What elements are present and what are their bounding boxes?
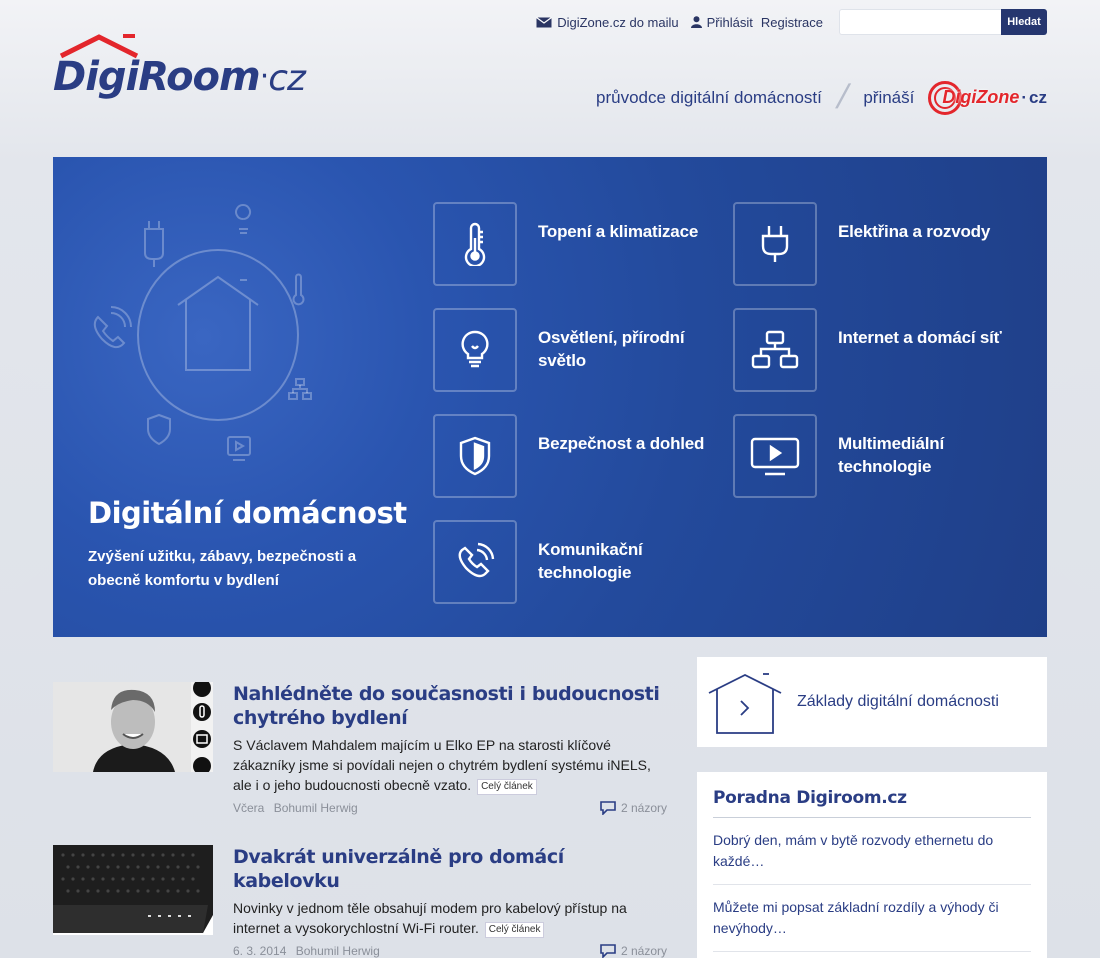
digizone-name: DigiZone xyxy=(942,87,1020,107)
category-heating-label: Topení a klimatizace xyxy=(538,222,699,241)
basics-box[interactable]: Základy digitální domácnosti xyxy=(697,657,1047,747)
advice-title[interactable]: Poradna Digiroom.cz xyxy=(713,788,1031,818)
phone-icon xyxy=(458,542,495,578)
digizone-dot: · xyxy=(1021,87,1028,107)
digizone-logo[interactable]: DigiZone · cz xyxy=(928,80,1047,115)
article-2-author[interactable]: Bohumil Herwig xyxy=(296,944,380,958)
article-2-date: 6. 3. 2014 xyxy=(233,944,287,958)
logo-tld: cz xyxy=(268,58,306,99)
tagline-separator: / xyxy=(832,78,853,116)
search-button[interactable]: Hledat xyxy=(1001,9,1047,35)
hero-title: Digitální domácnost xyxy=(88,496,407,530)
category-multimedia-label: Multimediální technologie xyxy=(838,434,945,476)
house-arrow-icon xyxy=(708,673,782,734)
category-lighting[interactable]: Osvětlení, přírodní světlo xyxy=(433,308,708,392)
tv-play-icon xyxy=(750,437,800,476)
article-item: Dvakrát univerzálně pro domácí kabelovku… xyxy=(53,845,673,958)
site-logo[interactable]: DigiRoom·cz xyxy=(53,30,323,110)
article-1-author[interactable]: Bohumil Herwig xyxy=(274,801,358,815)
category-network[interactable]: Internet a domácí síť xyxy=(733,308,1008,392)
category-security-tile xyxy=(433,414,517,498)
article-2-text: Novinky v jednom těle obsahují modem pro… xyxy=(233,898,673,938)
basics-label: Základy digitální domácnosti xyxy=(797,693,999,710)
article-1-read-more[interactable]: Celý článek xyxy=(477,779,537,795)
login-label: Přihlásit xyxy=(706,14,753,30)
article-1-text: S Václavem Mahdalem majícím u Elko EP na… xyxy=(233,735,673,795)
article-2-excerpt: Novinky v jednom těle obsahují modem pro… xyxy=(233,900,627,936)
article-1-excerpt: S Václavem Mahdalem majícím u Elko EP na… xyxy=(233,737,651,793)
article-2-comments-count: 2 názory xyxy=(620,944,667,958)
category-communication[interactable]: Komunikační technologie xyxy=(433,520,708,604)
mail-subscribe-label: DigiZone.cz do mailu xyxy=(557,14,679,30)
category-communication-label: Komunikační technologie xyxy=(538,540,643,582)
digizone-tld: cz xyxy=(1029,87,1047,107)
hero-banner: Digitální domácnost Zvýšení užitku, zába… xyxy=(53,157,1047,637)
advice-question-link[interactable]: Můžete mi popsat základní rozdíly a výho… xyxy=(713,885,1031,952)
category-electricity[interactable]: Elektřina a rozvody xyxy=(733,202,1008,286)
category-security-label: Bezpečnost a dohled xyxy=(538,434,705,453)
advice-box: Poradna Digiroom.cz Dobrý den, mám v byt… xyxy=(697,772,1047,958)
shield-icon xyxy=(459,436,491,476)
advice-question-link[interactable]: Dobrý den, mám v bytě rozvody ethernetu … xyxy=(713,818,1031,885)
category-electricity-tile xyxy=(733,202,817,286)
category-multimedia-tile xyxy=(733,414,817,498)
user-icon xyxy=(690,16,702,28)
category-network-tile xyxy=(733,308,817,392)
logo-name: DigiRoom xyxy=(53,54,261,100)
article-2-comments-link[interactable]: 2 názory xyxy=(600,944,667,958)
article-1-date: Včera xyxy=(233,801,265,815)
hero-subtitle: Zvýšení užitku, zábavy, bezpečnosti a ob… xyxy=(88,548,357,589)
search-form: Hledat xyxy=(839,9,1047,35)
network-icon xyxy=(751,330,799,369)
article-1-photo[interactable] xyxy=(53,682,213,772)
article-2-title[interactable]: Dvakrát univerzálně pro domácí kabelovku xyxy=(233,845,673,893)
category-electricity-label: Elektřina a rozvody xyxy=(838,222,991,241)
article-2-meta: 6. 3. 2014 Bohumil Herwig 2 názory xyxy=(233,944,673,958)
article-1-body: Nahlédněte do současnosti i budoucnosti … xyxy=(233,682,673,817)
category-heating[interactable]: Topení a klimatizace xyxy=(433,202,708,286)
comment-icon xyxy=(600,801,616,815)
article-1-title[interactable]: Nahlédněte do současnosti i budoucnosti … xyxy=(233,682,673,730)
envelope-icon xyxy=(536,16,553,27)
category-lighting-tile xyxy=(433,308,517,392)
thermometer-icon xyxy=(464,222,486,266)
plug-icon xyxy=(761,226,789,262)
logo-text: DigiRoom·cz xyxy=(53,54,306,100)
register-label: Registrace xyxy=(760,14,823,30)
top-bar: DigiZone.cz do mailu Přihlásit Registrac… xyxy=(536,9,1047,35)
article-1-comments-link[interactable]: 2 názory xyxy=(600,801,667,815)
category-network-label: Internet a domácí síť xyxy=(838,328,1002,347)
smart-home-illustration xyxy=(93,204,312,461)
article-1-comments-count: 2 názory xyxy=(620,801,667,815)
tagline-guide: průvodce digitální domácností xyxy=(596,87,822,107)
login-link[interactable]: Přihlásit xyxy=(690,14,753,30)
article-2-photo[interactable] xyxy=(53,845,213,935)
logo-dot: · xyxy=(259,59,269,94)
tagline: průvodce digitální domácností / přináší … xyxy=(596,78,1047,117)
category-lighting-label: Osvětlení, přírodní světlo xyxy=(538,328,685,370)
category-multimedia[interactable]: Multimediální technologie xyxy=(733,414,1008,498)
article-2-body: Dvakrát univerzálně pro domácí kabelovku… xyxy=(233,845,673,958)
category-communication-tile xyxy=(433,520,517,604)
register-link[interactable]: Registrace xyxy=(761,15,823,30)
mail-subscribe-link[interactable]: DigiZone.cz do mailu xyxy=(536,14,679,30)
article-2-read-more[interactable]: Celý článek xyxy=(484,922,545,938)
article-1-meta: Včera Bohumil Herwig 2 názory xyxy=(233,801,673,817)
comment-icon xyxy=(600,944,616,958)
article-item: Nahlédněte do současnosti i budoucnosti … xyxy=(53,682,673,822)
tagline-brings: přináší xyxy=(863,87,915,107)
category-security[interactable]: Bezpečnost a dohled xyxy=(433,414,708,498)
category-heating-tile xyxy=(433,202,517,286)
search-input[interactable] xyxy=(839,9,1001,35)
lightbulb-icon xyxy=(461,330,489,368)
